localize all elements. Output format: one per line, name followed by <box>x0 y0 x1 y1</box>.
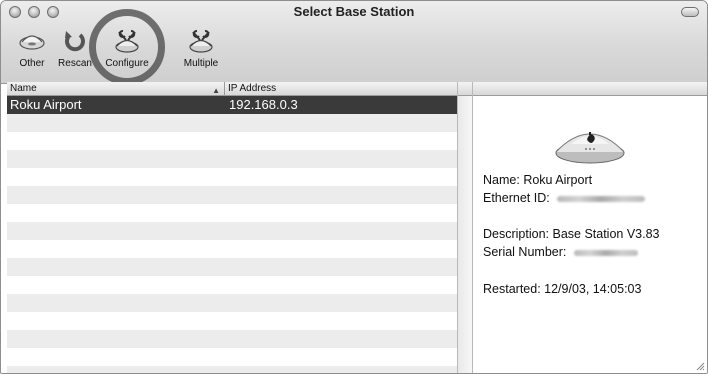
empty-row <box>7 114 457 132</box>
name-label: Name: <box>483 173 520 187</box>
resize-grip-icon[interactable] <box>695 361 705 371</box>
info-name-line: Name: Roku Airport <box>483 173 592 187</box>
column-header-ip-address[interactable]: IP Address <box>225 82 457 95</box>
column-header-name-label: Name <box>10 83 37 94</box>
list-header: Name ▲ IP Address <box>7 82 457 96</box>
airport-base-station-icon <box>555 132 625 164</box>
row-ip-address: 192.168.0.3 <box>229 97 298 112</box>
list-rows: Roku Airport 192.168.0.3 <box>7 96 457 373</box>
empty-row <box>7 150 457 168</box>
empty-row <box>7 294 457 312</box>
rescan-icon <box>65 31 85 52</box>
configure-highlight-ring <box>89 9 165 85</box>
multiple-label: Multiple <box>183 58 219 69</box>
empty-row <box>7 186 457 204</box>
list-scrollbar[interactable] <box>457 82 473 373</box>
info-restarted-line: Restarted: 12/9/03, 14:05:03 <box>483 282 641 296</box>
serial-number-obscured-value <box>573 249 638 256</box>
base-station-info-pane: Name: Roku Airport Ethernet ID: Descript… <box>473 82 707 373</box>
info-serial-line: Serial Number: <box>483 245 638 259</box>
window-chrome: Select Base Station Other Rescan Configu… <box>1 1 707 85</box>
description-label: Description: <box>483 227 549 241</box>
empty-row <box>7 222 457 240</box>
info-description-line: Description: Base Station V3.83 <box>483 227 660 241</box>
column-header-name[interactable]: Name ▲ <box>7 82 225 95</box>
description-value: Base Station V3.83 <box>552 227 660 241</box>
toolbar-toggle-button[interactable] <box>681 7 699 17</box>
ethernet-id-obscured-value <box>557 195 646 202</box>
serial-number-label: Serial Number: <box>483 245 567 259</box>
select-base-station-window: Select Base Station Other Rescan Configu… <box>0 0 708 374</box>
column-header-ip-label: IP Address <box>228 83 277 94</box>
empty-row <box>7 132 457 150</box>
multiple-button[interactable]: Multiple <box>175 27 227 69</box>
name-value: Roku Airport <box>523 173 593 187</box>
configure-multiple-icon <box>189 30 213 53</box>
restarted-label: Restarted: <box>483 282 541 296</box>
rescan-button[interactable]: Rescan <box>57 27 93 69</box>
info-ethernet-line: Ethernet ID: <box>483 191 646 205</box>
table-row[interactable]: Roku Airport 192.168.0.3 <box>7 96 457 114</box>
empty-row <box>7 312 457 330</box>
empty-row <box>7 276 457 294</box>
base-station-list[interactable]: Name ▲ IP Address Roku Airport 192.168.0… <box>7 82 457 373</box>
scrollbar-header-corner <box>458 82 472 96</box>
empty-row <box>7 240 457 258</box>
empty-row <box>7 258 457 276</box>
empty-row <box>7 204 457 222</box>
info-pane-header <box>473 82 707 96</box>
restarted-value: 12/9/03, 14:05:03 <box>544 282 642 296</box>
other-label: Other <box>19 58 45 69</box>
airport-base-icon <box>19 35 45 50</box>
empty-row <box>7 366 457 373</box>
rescan-label: Rescan <box>58 58 92 69</box>
row-name: Roku Airport <box>10 97 82 112</box>
empty-row <box>7 348 457 366</box>
empty-row <box>7 330 457 348</box>
empty-row <box>7 168 457 186</box>
ethernet-id-label: Ethernet ID: <box>483 191 550 205</box>
other-button[interactable]: Other <box>9 27 55 69</box>
